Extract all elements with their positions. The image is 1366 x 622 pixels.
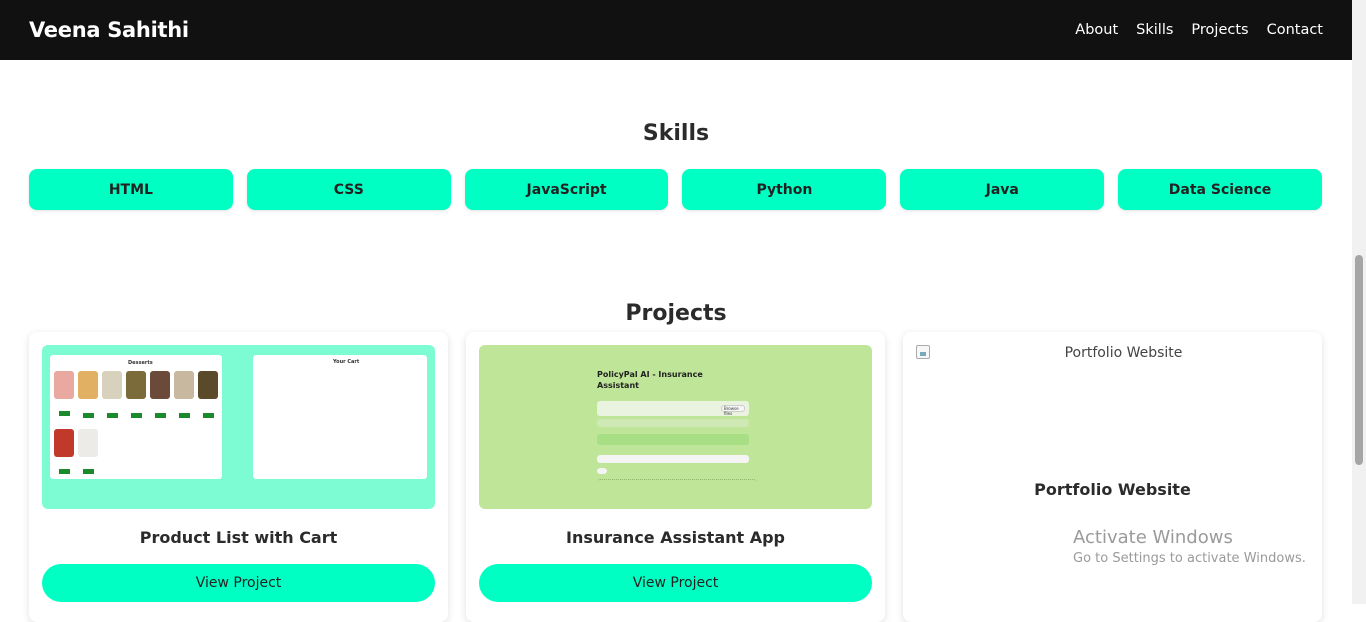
project-thumbnail-product-list: Desserts Your Cart [42, 345, 435, 509]
add-to-cart-button [107, 413, 118, 418]
thumbnail-dessert-list: Desserts [50, 355, 222, 479]
skill-data-science: Data Science [1118, 169, 1322, 210]
skills-heading: Skills [642, 121, 710, 146]
thumbnail-ask-button [597, 468, 607, 474]
dessert-image [198, 371, 218, 399]
thumbnail-answer-text [597, 479, 757, 499]
scrollbar-thumb[interactable] [1355, 255, 1363, 465]
dessert-image [150, 371, 170, 399]
add-to-cart-button [155, 413, 166, 418]
project-thumbnail-insurance-assistant: PolicyPal AI - Insurance Assistant Brows… [479, 345, 872, 509]
add-to-cart-button [131, 413, 142, 418]
dessert-image [78, 429, 98, 457]
skill-javascript: JavaScript [464, 169, 669, 210]
portfolio-image-broken: Portfolio Website [916, 345, 1309, 361]
projects-heading: Projects [625, 301, 727, 326]
nav-link-skills[interactable]: Skills [1136, 22, 1173, 38]
thumbnail-file-row [597, 419, 749, 427]
dessert-image [78, 371, 98, 399]
dessert-image [102, 371, 122, 399]
brand-name[interactable]: Veena Sahithi [29, 18, 189, 42]
skill-html: HTML [29, 169, 233, 210]
image-alt-text: Portfolio Website [1064, 345, 1183, 361]
project-title: Product List with Cart [139, 528, 338, 547]
add-to-cart-button [83, 469, 94, 474]
add-to-cart-button [179, 413, 190, 418]
nav-link-contact[interactable]: Contact [1267, 22, 1323, 38]
add-to-cart-button [203, 413, 214, 418]
dessert-image [174, 371, 194, 399]
watermark-title: Activate Windows [1073, 527, 1233, 548]
dessert-image [126, 371, 146, 399]
nav-link-projects[interactable]: Projects [1191, 22, 1248, 38]
thumbnail-cart-panel: Your Cart [253, 355, 427, 479]
broken-image-icon [916, 345, 930, 359]
projects-list: Desserts Your Cart Product List with Car… [29, 332, 1322, 622]
thumbnail-cart-heading: Your Cart [333, 359, 360, 365]
view-project-button[interactable]: View Project [479, 564, 872, 602]
dessert-image [54, 371, 74, 399]
skill-java: Java [900, 169, 1105, 210]
add-to-cart-button [59, 411, 70, 416]
thumbnail-browse-label: Browse files [724, 406, 739, 416]
skills-list: HTML CSS JavaScript Python Java Data Sci… [29, 169, 1322, 210]
skill-css: CSS [246, 169, 451, 210]
project-card-portfolio: Portfolio Website Portfolio Website [903, 332, 1322, 622]
add-to-cart-button [83, 413, 94, 418]
dessert-image [54, 429, 74, 457]
nav-links: About Skills Projects Contact [1075, 22, 1323, 38]
thumbnail-question-input [597, 455, 749, 463]
thumbnail-app-heading: PolicyPal AI - Insurance Assistant [597, 370, 703, 390]
add-to-cart-button [59, 469, 70, 474]
project-card-product-list: Desserts Your Cart Product List with Car… [29, 332, 448, 622]
thumbnail-desserts-heading: Desserts [128, 360, 153, 366]
project-title: Portfolio Website [1034, 480, 1191, 499]
project-card-insurance-assistant: PolicyPal AI - Insurance Assistant Brows… [466, 332, 885, 622]
top-navbar: Veena Sahithi About Skills Projects Cont… [0, 0, 1352, 60]
project-title: Insurance Assistant App [565, 528, 786, 547]
page-scrollbar[interactable] [1352, 0, 1366, 604]
view-project-button[interactable]: View Project [42, 564, 435, 602]
watermark-subtitle: Go to Settings to activate Windows. [1073, 551, 1306, 566]
nav-link-about[interactable]: About [1075, 22, 1118, 38]
thumbnail-upload-box: Browse files [597, 401, 749, 416]
skill-python: Python [682, 169, 887, 210]
thumbnail-browse-button: Browse files [721, 405, 745, 416]
activate-windows-watermark: Activate Windows Go to Settings to activ… [1073, 527, 1306, 566]
thumbnail-success-banner [597, 434, 749, 445]
